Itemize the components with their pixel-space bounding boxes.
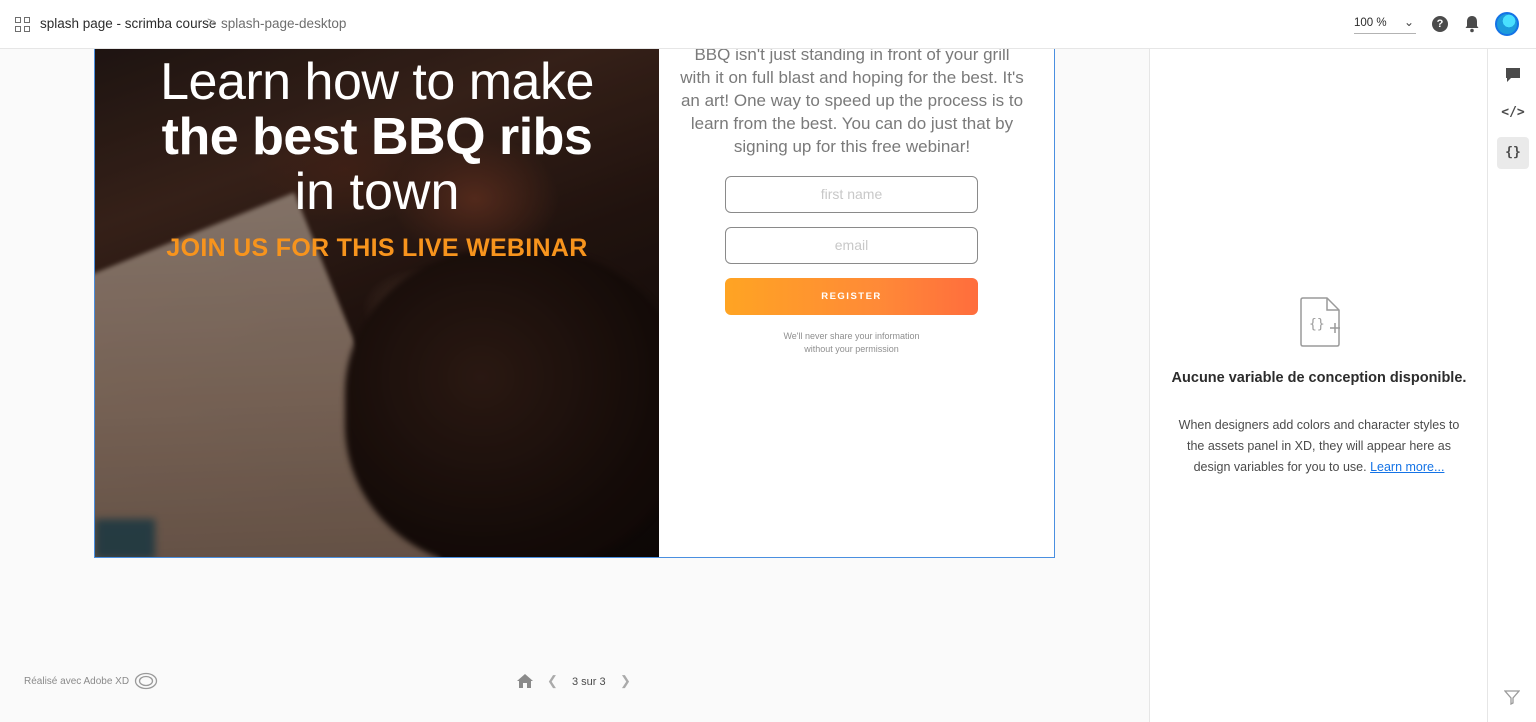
made-with-xd-label: Réalisé avec Adobe XD xyxy=(24,676,130,687)
zoom-value: 100 % xyxy=(1354,17,1387,29)
hero-image: Learn how to make the best BBQ ribs in t… xyxy=(95,49,659,557)
bell-icon[interactable] xyxy=(1464,15,1480,33)
hero-heading-line1: Learn how to make xyxy=(160,53,594,111)
privacy-note-line2: without your permission xyxy=(804,344,899,354)
filter-icon[interactable] xyxy=(1504,689,1520,705)
learn-more-link[interactable]: Learn more... xyxy=(1370,460,1444,474)
breadcrumb-project[interactable]: splash page - scrimba course xyxy=(40,16,216,31)
hero-subheading: JOIN US FOR THIS LIVE WEBINAR xyxy=(166,234,588,262)
svg-text:{}: {} xyxy=(1309,317,1325,332)
privacy-note: We'll never share your information witho… xyxy=(725,330,978,356)
empty-state-title: Aucune variable de conception disponible… xyxy=(1171,370,1467,386)
design-variables-icon: {} xyxy=(1300,297,1340,347)
code-button[interactable]: </> xyxy=(1497,97,1529,129)
privacy-note-line1: We'll never share your information xyxy=(783,331,920,341)
chevron-down-icon: ⌄ xyxy=(1403,15,1414,29)
zoom-select[interactable]: 100 % ⌄ xyxy=(1354,14,1416,34)
register-button[interactable]: REGISTER xyxy=(725,278,978,315)
comment-icon xyxy=(1506,68,1520,82)
right-rail: </> {} xyxy=(1487,49,1536,722)
avatar[interactable] xyxy=(1495,12,1519,36)
empty-state-description: When designers add colors and character … xyxy=(1174,415,1464,478)
design-variables-panel: {} Aucune variable de conception disponi… xyxy=(1149,49,1487,722)
grid-view-icon[interactable] xyxy=(15,17,30,32)
help-icon[interactable]: ? xyxy=(1432,16,1448,32)
email-field[interactable]: email xyxy=(725,227,978,264)
home-icon[interactable] xyxy=(516,673,534,689)
breadcrumb-page: splash-page-desktop xyxy=(221,16,347,31)
next-page-icon[interactable]: ❯ xyxy=(620,673,631,689)
creative-cloud-icon xyxy=(134,672,158,690)
page-counter: 3 sur 3 xyxy=(572,676,606,688)
top-bar: splash page - scrimba course > splash-pa… xyxy=(0,0,1536,49)
hero-heading-line2: the best BBQ ribs xyxy=(161,108,593,166)
hero-heading-line3: in town xyxy=(294,163,460,221)
previous-page-icon[interactable]: ❮ xyxy=(547,673,558,689)
intro-text: BBQ isn't just standing in front of your… xyxy=(680,49,1024,156)
breadcrumb-separator-icon: > xyxy=(207,14,216,31)
first-name-field[interactable]: first name xyxy=(725,176,978,213)
artboard: Learn how to make the best BBQ ribs in t… xyxy=(94,49,1055,558)
variables-button[interactable]: {} xyxy=(1497,137,1529,169)
comments-button[interactable] xyxy=(1497,59,1529,91)
